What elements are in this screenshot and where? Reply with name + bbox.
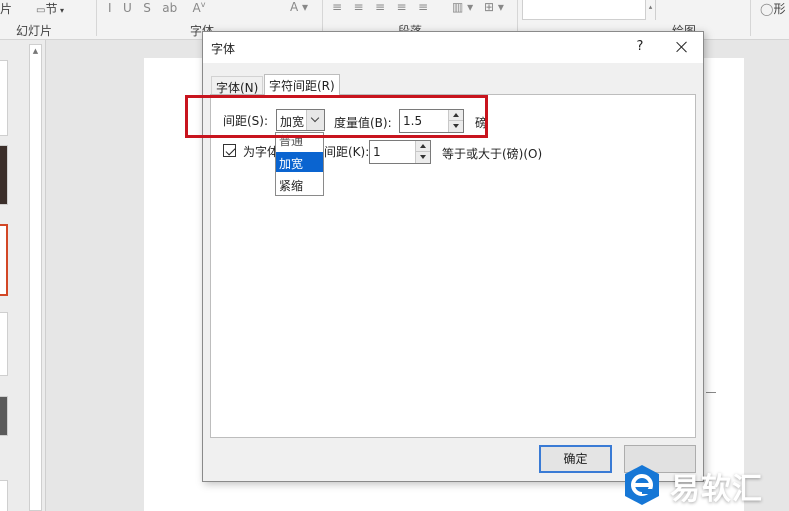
spin-up-icon[interactable] — [416, 141, 430, 152]
kerning-stepper[interactable]: 1 — [369, 140, 431, 164]
section-button-label: 节 — [45, 2, 58, 16]
ok-button[interactable]: 确定 — [539, 445, 612, 473]
dialog-title: 字体 — [211, 42, 236, 56]
slide-thumbnail[interactable] — [0, 145, 8, 205]
dropdown-option-condense[interactable]: 紧缩 — [276, 174, 323, 194]
kerning-checkbox[interactable] — [223, 144, 236, 157]
section-button[interactable]: ▭节 ▾ — [36, 0, 64, 17]
gallery-scroll[interactable]: ▴ — [645, 0, 655, 20]
scroll-up-icon[interactable]: ▲ — [30, 45, 41, 57]
ribbon-separator — [750, 0, 751, 36]
dialog-titlebar[interactable]: 字体 ? — [203, 32, 703, 63]
paragraph-buttons-row[interactable]: ≡ ≡ ≡ ≡ ≡ — [332, 0, 428, 14]
columns-button[interactable]: ▥ ▾ — [452, 0, 473, 14]
shapes-gallery[interactable]: ▴ — [522, 0, 656, 20]
kerning-suffix: 等于或大于(磅)(O) — [442, 147, 543, 161]
tab-character-spacing[interactable]: 字符间距(R) — [264, 74, 340, 95]
watermark-text: 易软汇 — [670, 472, 763, 507]
tab-font[interactable]: 字体(N) — [211, 76, 264, 95]
annotation-highlight-box — [185, 95, 488, 138]
slide-thumbnail[interactable] — [0, 60, 8, 136]
slide-thumbnail[interactable] — [0, 396, 8, 436]
group-label-slides: 幻灯片 — [16, 24, 53, 38]
slide-thumbnail[interactable] — [0, 312, 8, 376]
kerning-label-right: 间距(K): — [324, 145, 370, 159]
slide-thumbnail-selected[interactable] — [0, 224, 8, 296]
slide-thumbnail[interactable] — [0, 480, 8, 511]
kerning-value: 1 — [373, 145, 381, 159]
font-color-button[interactable]: A ▾ — [290, 0, 308, 14]
watermark-logo-icon — [625, 465, 659, 505]
spacing-dropdown-list: 普通 加宽 紧缩 — [275, 132, 324, 196]
ribbon-separator — [96, 0, 97, 36]
dropdown-option-widen[interactable]: 加宽 — [276, 152, 323, 172]
spin-buttons — [415, 141, 430, 163]
ribbon-text-left: 片 — [0, 2, 13, 16]
format-buttons-row[interactable]: I U S ab Av — [108, 0, 205, 15]
shape-icon: ◯ — [760, 2, 774, 16]
kerning-label-left: 为字体 — [243, 145, 280, 159]
smartart-button[interactable]: ⊞ ▾ — [484, 0, 504, 14]
help-button[interactable]: ? — [633, 39, 647, 54]
shape-button-label: 形 — [773, 2, 786, 16]
watermark: 易软汇 — [616, 455, 789, 511]
chevron-down-icon: ▾ — [57, 6, 65, 15]
shape-button[interactable]: ◯形 — [760, 0, 785, 17]
slide-decoration — [706, 392, 716, 393]
close-icon[interactable] — [673, 38, 691, 56]
thumbnail-scrollbar[interactable]: ▲ — [29, 44, 42, 511]
spin-down-icon[interactable] — [416, 152, 430, 163]
